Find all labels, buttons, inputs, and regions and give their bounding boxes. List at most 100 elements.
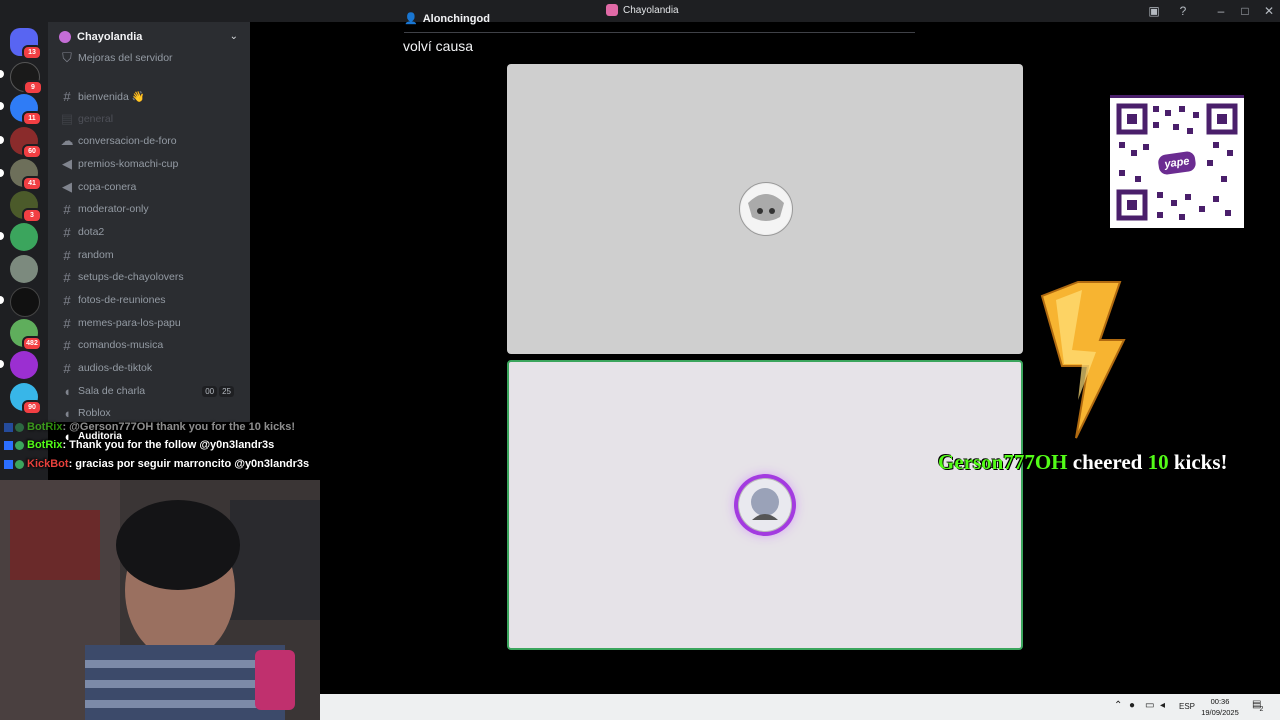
channel-label: Auditoria: [78, 430, 122, 442]
server-name: Chayolandia: [77, 31, 143, 43]
channel-general[interactable]: ▤ general: [58, 109, 244, 129]
webcam-feed: [0, 480, 320, 720]
kick-alert: Gerson777OH cheered 10 kicks!: [938, 450, 1228, 475]
clock-date: 19/09/2025: [1201, 708, 1239, 717]
voice-count-current: 00: [202, 385, 218, 397]
mic-icon[interactable]: ●: [1129, 700, 1135, 711]
server-icon[interactable]: [10, 255, 38, 283]
channel-label: premios-komachi-cup: [78, 158, 179, 170]
clock[interactable]: 00:36 19/09/2025: [1200, 696, 1240, 718]
channel-label: general: [78, 113, 114, 125]
channel-premios-komachi-cup[interactable]: ◀ premios-komachi-cup: [58, 154, 244, 174]
channel-copa-conera[interactable]: ◀ copa-conera: [58, 177, 244, 197]
channel-moderator-only[interactable]: # moderator-only: [58, 199, 244, 219]
hash-icon: #: [63, 201, 71, 217]
alert-username: Gerson777OH: [938, 450, 1068, 474]
server-icon[interactable]: 60: [10, 127, 42, 159]
server-header-icon: [59, 31, 71, 43]
server-icon[interactable]: 9: [10, 62, 43, 95]
volume-icon[interactable]: ◂: [1160, 700, 1165, 711]
channel-random[interactable]: # random: [58, 245, 244, 265]
channel-dota2[interactable]: # dota2: [58, 222, 244, 242]
hash-icon: #: [63, 337, 71, 353]
verified-icon: [15, 459, 24, 469]
unread-pip: [0, 169, 4, 177]
chevron-down-icon[interactable]: ⌄: [230, 31, 238, 42]
server-icon[interactable]: 3: [10, 191, 42, 223]
notification-count: 2: [1259, 706, 1264, 713]
voice-sala-de-charla[interactable]: ◖ Sala de charla 00 25: [58, 381, 244, 401]
kick-icon: [4, 440, 13, 450]
server-icon[interactable]: 90: [10, 383, 42, 415]
help-icon[interactable]: ?: [1175, 3, 1191, 19]
unread-pip: [0, 136, 4, 144]
minimize-icon[interactable]: –: [1213, 3, 1229, 19]
avatar: [738, 478, 792, 532]
badge: 41: [22, 176, 42, 191]
close-icon[interactable]: ✕: [1261, 3, 1277, 19]
unread-pip: [0, 70, 4, 78]
avatar: [739, 182, 793, 236]
unread-pip: [0, 360, 4, 368]
verified-icon: [15, 440, 24, 450]
unread-pip: [0, 296, 4, 304]
megaphone-icon: ◀: [62, 179, 72, 194]
unread-pip: [0, 102, 4, 110]
user-icon: 👤: [404, 13, 418, 25]
maximize-icon[interactable]: □: [1237, 3, 1253, 19]
forum-icon: ☁: [60, 133, 74, 148]
voice-count-limit: 25: [219, 385, 234, 397]
titlebar-left: [0, 0, 250, 22]
channel-conversacion-de-foro[interactable]: ☁ conversacion-de-foro: [58, 131, 244, 151]
channel-label: conversacion-de-foro: [78, 135, 177, 147]
window-title-text: Chayolandia: [623, 4, 679, 16]
channel-label: bienvenida 👋: [78, 90, 145, 103]
home-discord-icon[interactable]: 13: [10, 28, 42, 60]
voice-user-count: 00 25: [202, 385, 234, 397]
lightning-bolt-icon: [1040, 281, 1126, 439]
avatar-image: [741, 184, 791, 234]
channel-comandos-musica[interactable]: # comandos-musica: [58, 335, 244, 355]
network-icon[interactable]: ▭: [1145, 700, 1154, 711]
channel-label: copa-conera: [78, 181, 137, 193]
server-icon[interactable]: [10, 287, 40, 317]
channel-memes[interactable]: # memes-para-los-papu: [58, 313, 244, 333]
participant-tile[interactable]: [507, 64, 1023, 354]
channel-audios-de-tiktok[interactable]: # audios-de-tiktok: [58, 358, 244, 378]
channel-fotos[interactable]: # fotos-de-reuniones: [58, 290, 244, 310]
server-icon[interactable]: [10, 223, 38, 251]
participant-tile-speaking[interactable]: [507, 360, 1023, 650]
channel-label: Mejoras del servidor: [78, 52, 173, 64]
badge: 482: [22, 336, 42, 351]
call-header: 👤 Alonchingod: [404, 12, 490, 26]
notification-icon[interactable]: ▤2: [1252, 699, 1265, 713]
server-icon[interactable]: 11: [10, 94, 42, 126]
server-icon[interactable]: [10, 351, 38, 379]
channel-label: moderator-only: [78, 203, 149, 215]
badge: 3: [22, 208, 42, 223]
qr-code: yape: [1110, 95, 1244, 228]
alert-unit: kicks!: [1173, 450, 1228, 474]
voice-auditoria[interactable]: ◖ Auditoria: [58, 426, 244, 446]
boost-item[interactable]: ⛉ Mejoras del servidor: [58, 48, 244, 68]
unread-pip: [0, 232, 4, 240]
chevron-up-icon[interactable]: ⌃: [1114, 700, 1122, 711]
server-icon[interactable]: 482: [10, 319, 42, 351]
channel-label: random: [78, 249, 114, 261]
hash-icon: ▤: [60, 111, 74, 126]
alert-amount: 10: [1147, 450, 1169, 474]
hash-icon: #: [63, 88, 71, 104]
language-indicator[interactable]: ESP: [1179, 702, 1195, 711]
windows-taskbar: [320, 694, 1280, 720]
inbox-icon[interactable]: ▣: [1146, 3, 1162, 19]
server-icon[interactable]: 41: [10, 159, 42, 191]
hash-icon: #: [63, 292, 71, 308]
megaphone-icon: ◀: [62, 156, 72, 171]
server-rail: 13 9 11 60 41 3 482 90: [0, 22, 48, 480]
call-username: Alonchingod: [422, 12, 490, 25]
hash-icon: #: [63, 269, 71, 285]
channel-setups[interactable]: # setups-de-chayolovers: [58, 267, 244, 287]
channel-bienvenida[interactable]: # bienvenida 👋: [58, 86, 244, 106]
verified-icon: [15, 422, 24, 432]
hash-icon: #: [63, 247, 71, 263]
